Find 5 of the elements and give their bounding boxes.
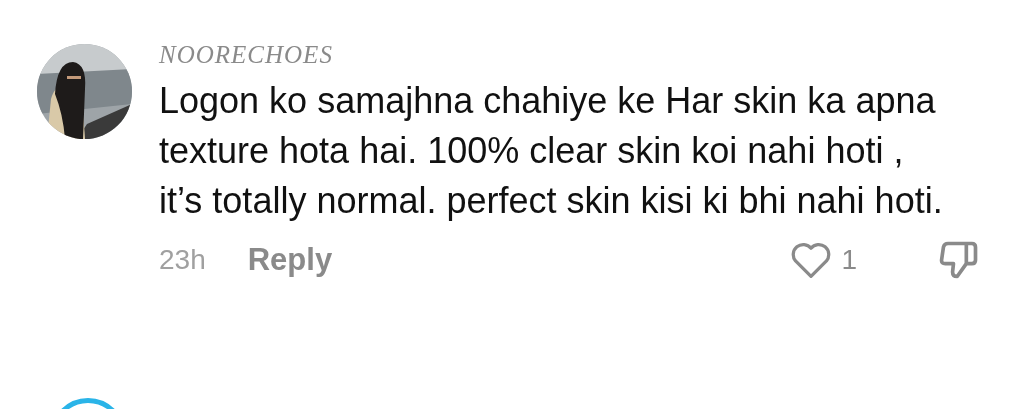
timestamp: 23h bbox=[159, 244, 206, 276]
comment-text: Logon ko samajhna chahiye ke Har skin ka apna texture hota hai. 100% clear skin koi nahi hoti , it’s totally normal. perfect skin kisi ki bhi nahi hoti. bbox=[159, 79, 944, 223]
username[interactable]: NOORECHOES bbox=[159, 40, 989, 70]
reply-button[interactable]: Reply bbox=[247, 242, 333, 278]
like-button[interactable]: 1 bbox=[789, 240, 857, 280]
